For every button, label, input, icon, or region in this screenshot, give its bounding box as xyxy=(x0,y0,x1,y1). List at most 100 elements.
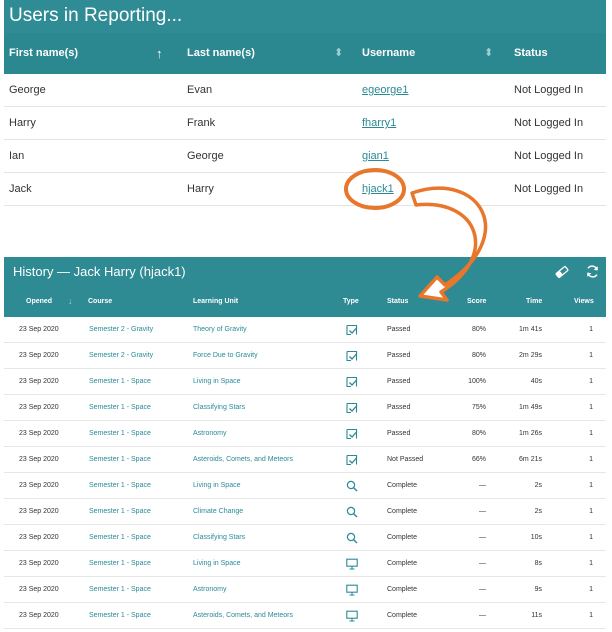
cell-course[interactable]: Semester 1 - Space xyxy=(89,395,151,421)
cell-course[interactable]: Semester 1 - Space xyxy=(89,551,151,577)
cell-course[interactable]: Semester 1 - Space xyxy=(89,525,151,551)
column-first-name[interactable]: First name(s) xyxy=(9,33,78,74)
table-row[interactable]: 23 Sep 2020 Semester 2 - Gravity Force Due… xyxy=(4,343,606,369)
sort-down-icon[interactable]: ↓ xyxy=(68,286,73,317)
cell-learning-unit[interactable]: Theory of Gravity xyxy=(193,317,247,343)
cell-status: Passed xyxy=(387,352,411,359)
table-row[interactable]: 23 Sep 2020 Semester 1 - Space Asteroids, … xyxy=(4,447,606,473)
quiz-check-icon xyxy=(346,324,358,336)
cell-status: Passed xyxy=(387,430,411,437)
refresh-icon[interactable] xyxy=(585,264,600,279)
eraser-icon[interactable] xyxy=(555,265,569,279)
cell-username[interactable]: fharry1 xyxy=(362,107,396,140)
cell-course[interactable]: Semester 1 - Space xyxy=(89,577,151,603)
table-row[interactable]: 23 Sep 2020 Semester 2 - Gravity Theory of… xyxy=(4,317,606,343)
cell-course[interactable]: Semester 1 - Space xyxy=(89,421,151,447)
cell-status: Passed xyxy=(387,404,411,411)
cell-learning-unit[interactable]: Asteroids, Comets, and Meteors xyxy=(193,447,293,473)
cell-course[interactable]: Semester 1 - Space xyxy=(89,473,151,499)
cell-views: 1 xyxy=(589,482,593,489)
cell-course[interactable]: Semester 2 - Gravity xyxy=(89,343,153,369)
cell-first-name: Jack xyxy=(9,183,32,195)
cell-score: — xyxy=(479,560,486,567)
cell-opened: 23 Sep 2020 xyxy=(19,456,59,463)
cell-course[interactable]: Semester 2 - Gravity xyxy=(89,317,153,343)
cell-learning-unit[interactable]: Classifying Stars xyxy=(193,395,245,421)
cell-last-name: Evan xyxy=(187,84,213,96)
column-learning-unit[interactable]: Learning Unit xyxy=(193,286,238,317)
table-row[interactable]: 23 Sep 2020 Semester 1 - Space Astronomy Pa… xyxy=(4,421,606,447)
page: Users in Reporting... First name(s) ↑ La… xyxy=(0,0,612,632)
history-column-headers: Opened ↓ Course Learning Unit Type Statu… xyxy=(4,286,606,317)
cell-learning-unit[interactable]: Astronomy xyxy=(193,421,226,447)
cell-username[interactable]: hjack1 xyxy=(362,173,394,206)
cell-course[interactable]: Semester 1 - Space xyxy=(89,499,151,525)
cell-score: — xyxy=(479,508,486,515)
cell-opened: 23 Sep 2020 xyxy=(19,482,59,489)
cell-learning-unit[interactable]: Asteroids, Comets, and Meteors xyxy=(193,603,293,629)
table-row[interactable]: 23 Sep 2020 Semester 1 - Space Living in S… xyxy=(4,551,606,577)
cell-course[interactable]: Semester 1 - Space xyxy=(89,447,151,473)
search-icon xyxy=(346,532,358,544)
column-status[interactable]: Status xyxy=(387,286,408,317)
cell-learning-unit[interactable]: Classifying Stars xyxy=(193,525,245,551)
column-time[interactable]: Time xyxy=(526,286,542,317)
cell-opened: 23 Sep 2020 xyxy=(19,404,59,411)
cell-learning-unit[interactable]: Force Due to Gravity xyxy=(193,343,258,369)
cell-course[interactable]: Semester 1 - Space xyxy=(89,369,151,395)
cell-views: 1 xyxy=(589,378,593,385)
arrow-up-icon[interactable]: ↑ xyxy=(156,33,163,74)
table-row[interactable]: 23 Sep 2020 Semester 1 - Space Living in S… xyxy=(4,369,606,395)
column-type[interactable]: Type xyxy=(343,286,359,317)
cell-views: 1 xyxy=(589,586,593,593)
cell-score: 80% xyxy=(471,326,486,333)
cell-score: 80% xyxy=(471,430,486,437)
cell-time: 8s xyxy=(534,560,542,567)
table-row: George Evan egeorge1 Not Logged In xyxy=(4,74,606,107)
cell-learning-unit[interactable]: Climate Change xyxy=(193,499,243,525)
table-row: Harry Frank fharry1 Not Logged In xyxy=(4,107,606,140)
cell-learning-unit[interactable]: Astronomy xyxy=(193,577,226,603)
cell-status: Complete xyxy=(387,534,417,541)
column-views[interactable]: Views xyxy=(574,286,594,317)
cell-time: 2s xyxy=(534,508,542,515)
cell-learning-unit[interactable]: Living in Space xyxy=(193,551,240,577)
column-opened[interactable]: Opened xyxy=(26,286,52,317)
cell-status: Not Logged In xyxy=(514,84,584,96)
cell-learning-unit[interactable]: Living in Space xyxy=(193,473,240,499)
sort-both-icon[interactable]: ⬍ xyxy=(484,33,493,74)
table-row[interactable]: 23 Sep 2020 Semester 1 - Space Living in S… xyxy=(4,473,606,499)
cell-status: Not Logged In xyxy=(514,150,584,162)
cell-opened: 23 Sep 2020 xyxy=(19,326,59,333)
cell-username[interactable]: gian1 xyxy=(362,140,389,173)
column-score[interactable]: Score xyxy=(467,286,486,317)
cell-course[interactable]: Semester 1 - Space xyxy=(89,603,151,629)
cell-learning-unit[interactable]: Living in Space xyxy=(193,369,240,395)
sort-both-icon[interactable]: ⬍ xyxy=(334,33,343,74)
cell-opened: 23 Sep 2020 xyxy=(19,508,59,515)
quiz-check-icon xyxy=(346,402,358,414)
presentation-icon xyxy=(346,584,358,596)
column-status[interactable]: Status xyxy=(514,33,548,74)
column-username[interactable]: Username xyxy=(362,33,415,74)
cell-views: 1 xyxy=(589,326,593,333)
users-column-headers: First name(s) ↑ Last name(s) ⬍ Username … xyxy=(4,33,606,74)
cell-status: Not Logged In xyxy=(514,183,584,195)
cell-time: 1m 49s xyxy=(519,404,542,411)
column-course[interactable]: Course xyxy=(88,286,112,317)
cell-score: 80% xyxy=(471,352,486,359)
table-row[interactable]: 23 Sep 2020 Semester 1 - Space Classifying… xyxy=(4,395,606,421)
column-last-name[interactable]: Last name(s) xyxy=(187,33,255,74)
cell-first-name: Ian xyxy=(9,150,25,162)
cell-last-name: George xyxy=(187,150,224,162)
table-row[interactable]: 23 Sep 2020 Semester 1 - Space Climate Cha… xyxy=(4,499,606,525)
table-row[interactable]: 23 Sep 2020 Semester 1 - Space Asteroids, … xyxy=(4,603,606,629)
cell-score: 75% xyxy=(471,404,486,411)
table-row[interactable]: 23 Sep 2020 Semester 1 - Space Classifying… xyxy=(4,525,606,551)
quiz-check-icon xyxy=(346,376,358,388)
search-icon xyxy=(346,480,358,492)
cell-opened: 23 Sep 2020 xyxy=(19,430,59,437)
presentation-icon xyxy=(346,610,358,622)
table-row[interactable]: 23 Sep 2020 Semester 1 - Space Astronomy Co… xyxy=(4,577,606,603)
cell-username[interactable]: egeorge1 xyxy=(362,74,409,107)
